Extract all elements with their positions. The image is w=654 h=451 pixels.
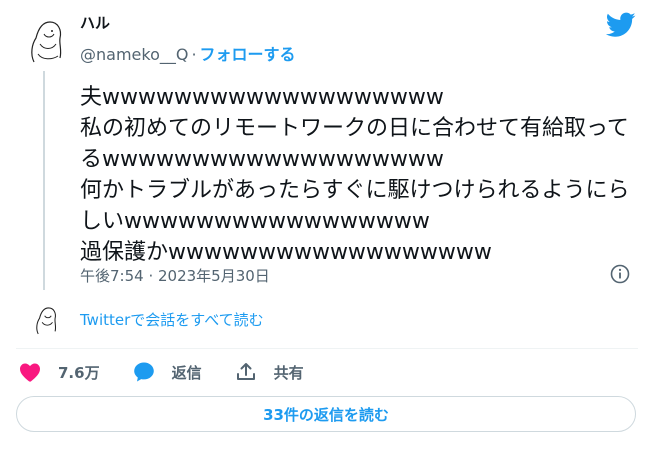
info-icon[interactable] xyxy=(610,264,630,284)
author-avatar-small[interactable] xyxy=(33,302,59,336)
reply-label: 返信 xyxy=(171,363,202,382)
author-avatar[interactable] xyxy=(26,14,66,64)
read-conversation-link[interactable]: Twitterで会話をすべて読む xyxy=(80,309,264,330)
share-label: 共有 xyxy=(273,363,304,382)
tweet-actions: 7.6万 返信 共有 xyxy=(18,358,336,386)
likes-count: 7.6万 xyxy=(58,363,100,382)
author-handle-row: @nameko__Q · フォローする xyxy=(80,41,296,65)
separator-dot: · xyxy=(191,45,197,64)
share-button[interactable]: 共有 xyxy=(234,360,304,384)
divider xyxy=(16,348,638,349)
follow-button[interactable]: フォローする xyxy=(200,45,296,64)
author-handle[interactable]: @nameko__Q xyxy=(80,45,188,64)
reply-bubble-icon xyxy=(133,362,154,382)
read-replies-button[interactable]: 33件の返信を読む xyxy=(16,396,636,432)
tweet-timestamp[interactable]: 午後7:54 · 2023年5月30日 xyxy=(80,265,270,286)
twitter-bird-icon[interactable] xyxy=(606,12,636,38)
tweet-text: 夫wwwwwwwwwwwwwwwwwww 私の初めてのリモートワークの日に合わせ… xyxy=(80,85,630,265)
thread-line xyxy=(43,71,45,290)
author-display-name[interactable]: ハル xyxy=(80,12,110,33)
like-button[interactable]: 7.6万 xyxy=(18,360,100,384)
embedded-tweet-card: ハル @nameko__Q · フォローする 夫wwwwwwwwwwwwwwwwww… xyxy=(0,0,654,451)
reply-button[interactable]: 返信 xyxy=(132,360,202,384)
heart-icon xyxy=(20,363,40,382)
share-icon xyxy=(236,363,255,380)
